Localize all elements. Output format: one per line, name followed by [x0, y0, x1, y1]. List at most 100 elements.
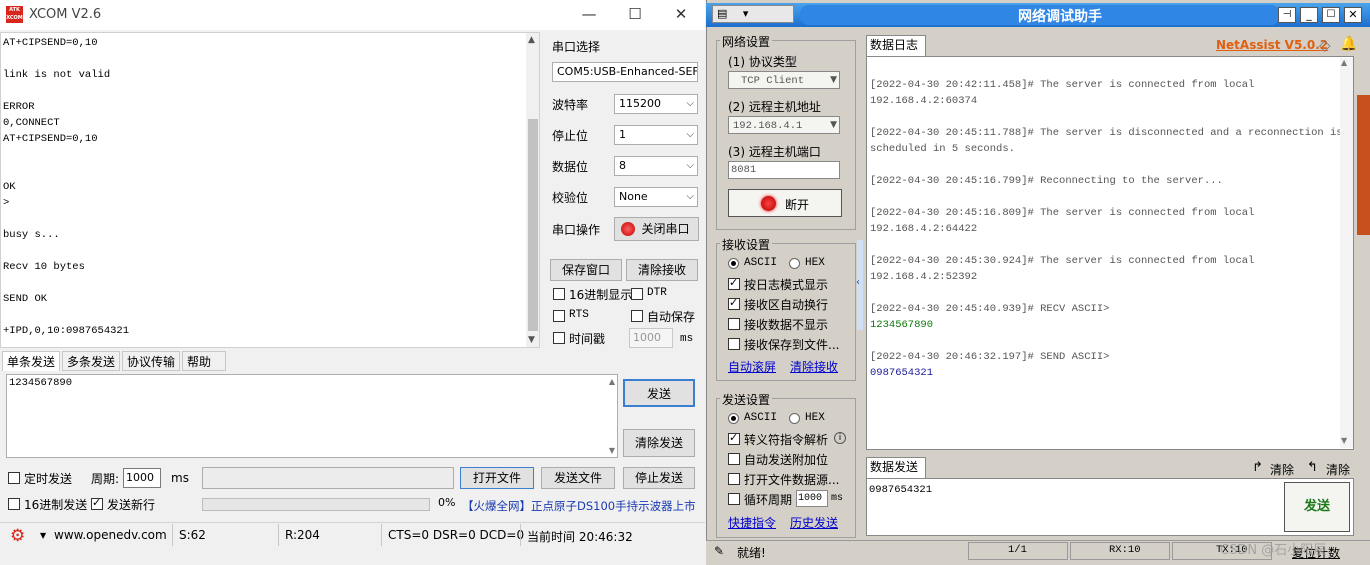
- send-newline-checkbox[interactable]: [91, 496, 103, 510]
- tab-protocol[interactable]: 协议传输: [122, 351, 180, 371]
- log-line: [2022-04-30 20:45:30.924]# The server is…: [870, 255, 1255, 267]
- chevron-left-icon[interactable]: ‹: [856, 277, 860, 288]
- send-text-area[interactable]: 0987654321: [866, 478, 1354, 536]
- clear-receive-link[interactable]: 清除接收: [790, 358, 838, 375]
- receive-line: Recv 10 bytes: [3, 261, 85, 273]
- tab-help[interactable]: 帮助: [182, 351, 226, 371]
- auto-save-checkbox[interactable]: [631, 310, 643, 322]
- log-line: 192.168.4.2:60374: [870, 95, 978, 107]
- tab-single-send[interactable]: 单条发送: [2, 351, 60, 371]
- diamond-icon[interactable]: ◇: [1319, 36, 1331, 54]
- log-lines: [2022-04-30 20:42:11.458]# The server is…: [870, 77, 1343, 381]
- scroll-down-icon[interactable]: ▼: [1341, 436, 1347, 445]
- hex-display-checkbox[interactable]: [553, 288, 565, 300]
- stop-bits-select[interactable]: 1 ⌵: [614, 125, 698, 145]
- port-label: 串口选择: [552, 40, 601, 54]
- escape-checkbox[interactable]: [728, 431, 740, 445]
- parity-label: 校验位: [552, 191, 589, 205]
- clear-all-button[interactable]: 清除: [1326, 461, 1350, 478]
- info-icon[interactable]: i: [834, 432, 846, 444]
- bell-icon[interactable]: 🔔: [1340, 36, 1357, 52]
- ad-link[interactable]: 【火爆全网】正点原子DS100手持示波器上市: [462, 498, 696, 514]
- send-newline-label: 发送新行: [107, 498, 156, 512]
- receive-line: SEND OK: [3, 293, 48, 305]
- send-ascii-radio[interactable]: [728, 413, 739, 424]
- chevron-down-icon[interactable]: ▼: [40, 531, 46, 540]
- auto-wrap-checkbox[interactable]: [728, 296, 740, 310]
- tab-data-send[interactable]: 数据发送: [866, 457, 926, 478]
- no-display-checkbox[interactable]: [728, 318, 740, 330]
- open-file-button[interactable]: 打开文件: [460, 467, 534, 489]
- tab-data-log[interactable]: 数据日志: [866, 35, 926, 56]
- close-icon[interactable]: ✕: [658, 0, 704, 30]
- disconnect-button[interactable]: 断开: [728, 189, 842, 217]
- maximize-icon[interactable]: ☐: [1322, 7, 1340, 23]
- history-link[interactable]: 历史发送: [790, 514, 838, 531]
- status-url[interactable]: www.openedv.com: [54, 528, 167, 542]
- timestamp-checkbox[interactable]: [553, 332, 565, 344]
- close-port-button[interactable]: 关闭串口: [614, 217, 699, 241]
- period-input[interactable]: 1000: [123, 468, 161, 488]
- timestamp-ms-input[interactable]: 1000: [629, 328, 673, 348]
- recv-hex-radio[interactable]: [789, 258, 800, 269]
- no-display-label: 接收数据不显示: [744, 318, 829, 332]
- scroll-down-icon[interactable]: ▼: [609, 446, 615, 455]
- baud-select[interactable]: 115200 ⌵: [614, 94, 698, 114]
- log-mode-checkbox[interactable]: [728, 276, 740, 290]
- rts-checkbox[interactable]: [553, 310, 565, 322]
- auto-append-checkbox[interactable]: [728, 453, 740, 465]
- minimize-icon[interactable]: —: [566, 0, 612, 30]
- clear-send-icon[interactable]: ↱: [1252, 460, 1263, 475]
- timed-send-checkbox[interactable]: [8, 472, 20, 484]
- clear-send-area-button[interactable]: 清除: [1270, 461, 1294, 478]
- send-button[interactable]: 发送: [623, 379, 695, 407]
- scroll-up-icon[interactable]: ▲: [1341, 58, 1347, 67]
- maximize-icon[interactable]: ☐: [612, 0, 658, 30]
- system-menu-button[interactable]: ▤ ▾: [712, 5, 794, 23]
- close-icon[interactable]: ✕: [1344, 7, 1362, 23]
- send-button[interactable]: 发送: [1284, 482, 1350, 532]
- loop-period-input[interactable]: 1000: [796, 490, 828, 507]
- scroll-up-icon[interactable]: ▲: [609, 377, 615, 386]
- save-window-button[interactable]: 保存窗口: [550, 259, 622, 281]
- data-bits-select[interactable]: 8 ⌵: [614, 156, 698, 176]
- gear-icon[interactable]: ⚙: [10, 526, 25, 546]
- stop-send-button[interactable]: 停止发送: [623, 467, 695, 489]
- receive-line: +IPD,0,10:0987654321: [3, 325, 130, 337]
- send-hex-radio[interactable]: [789, 413, 800, 424]
- send-file-button[interactable]: 发送文件: [541, 467, 615, 489]
- protocol-select[interactable]: TCP Client ▼: [728, 71, 840, 89]
- parity-select[interactable]: None ⌵: [614, 187, 698, 207]
- clear-send-button[interactable]: 清除发送: [623, 429, 695, 457]
- send-progress-bar: [202, 498, 430, 511]
- netassist-brand-link[interactable]: NetAssist V5.0.2: [1216, 38, 1328, 52]
- scroll-down-icon[interactable]: ▼: [528, 335, 535, 345]
- clear-receive-button[interactable]: 清除接收: [626, 259, 698, 281]
- scroll-up-icon[interactable]: ▲: [528, 35, 535, 45]
- auto-scroll-link[interactable]: 自动滚屏: [728, 358, 776, 375]
- minimize-icon[interactable]: _: [1300, 7, 1318, 23]
- loop-period-checkbox[interactable]: [728, 493, 740, 505]
- receive-scroll-thumb[interactable]: [528, 119, 538, 331]
- pin-icon[interactable]: ⊣: [1278, 7, 1296, 23]
- recv-ascii-radio[interactable]: [728, 258, 739, 269]
- shortcut-link[interactable]: 快捷指令: [728, 514, 776, 531]
- file-path-field[interactable]: [202, 467, 454, 489]
- open-file-source-checkbox[interactable]: [728, 473, 740, 485]
- hex-send-checkbox[interactable]: [8, 498, 20, 510]
- dtr-checkbox[interactable]: [631, 288, 643, 300]
- receive-area[interactable]: AT+CIPSEND=0,10 link is not valid ERROR 0,C…: [0, 32, 540, 348]
- log-line: [2022-04-30 20:42:11.458]# The server is…: [870, 79, 1255, 91]
- log-scrollbar[interactable]: [1340, 58, 1353, 448]
- auto-wrap-label: 接收区自动换行: [744, 298, 829, 312]
- clear-log-icon[interactable]: ↰: [1307, 460, 1318, 475]
- data-log-area[interactable]: [2022-04-30 20:42:11.458]# The server is…: [866, 56, 1354, 450]
- send-input[interactable]: 1234567890 ▲ ▼: [6, 374, 618, 458]
- remote-host-select[interactable]: 192.168.4.1 ▼: [728, 116, 840, 134]
- remote-port-input[interactable]: 8081: [728, 161, 840, 179]
- remote-host-label: (2) 远程主机地址: [728, 100, 821, 114]
- save-to-file-checkbox[interactable]: [728, 338, 740, 350]
- tab-multi-send[interactable]: 多条发送: [62, 351, 120, 371]
- port-select[interactable]: COM5:USB-Enhanced-SEF: [552, 62, 698, 82]
